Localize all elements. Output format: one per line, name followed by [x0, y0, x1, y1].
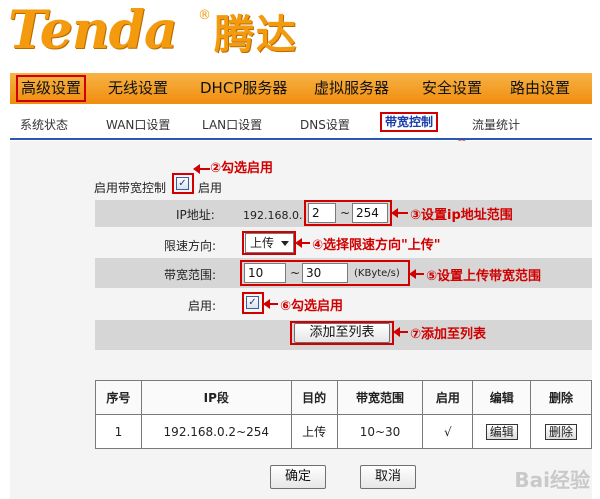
col-range: 带宽范围 [336, 380, 424, 415]
nav-label: 无线设置 [108, 79, 169, 97]
range-max-input[interactable]: 30 [302, 263, 348, 283]
tab-traffic-stats[interactable]: 流量统计 [472, 116, 520, 133]
table-row: 1 192.168.0.2~254 上传 10~30 √ 编辑 删除 [95, 414, 592, 449]
ip-range-sep: ~ [340, 206, 351, 220]
cancel-button[interactable]: 取消 [360, 465, 416, 489]
annotation-2: ②勾选启用 [210, 161, 274, 176]
main-nav: 高级设置 无线设置 DHCP服务器 虚拟服务器 安全设置 路由设置 [10, 73, 592, 104]
ip-start-input[interactable]: 2 [308, 203, 336, 223]
annotation-4: ④选择限速方向"上传" [312, 238, 441, 253]
tenda-logo: Tenda [8, 0, 178, 61]
nav-label: 高级设置 [16, 75, 87, 102]
arrow-4 [295, 238, 310, 248]
nav-wireless-settings[interactable]: 无线设置 [108, 73, 168, 104]
enable-bw-checkbox[interactable]: ✓ [176, 177, 189, 190]
nav-label: 安全设置 [422, 79, 483, 97]
nav-label: 虚拟服务器 [314, 79, 390, 97]
nav-security-settings[interactable]: 安全设置 [422, 73, 482, 104]
col-ip: IP段 [140, 380, 292, 415]
baidu-watermark: Bai经验 [514, 468, 590, 492]
tab-dns-settings[interactable]: DNS设置 [300, 116, 350, 133]
nav-label: DHCP服务器 [200, 79, 288, 97]
direction-select-value: 上传 [250, 236, 275, 250]
arrow-5 [409, 269, 424, 279]
arrow-2 [193, 164, 210, 174]
tab-system-status[interactable]: 系统状态 [20, 116, 68, 133]
col-dir: 目的 [290, 380, 338, 415]
enable-rule-checkbox[interactable]: ✓ [246, 296, 259, 309]
range-label: 带宽范围: [164, 268, 217, 282]
header-logo-area: Tenda ® 腾达 [0, 0, 600, 70]
edit-button[interactable]: 编辑 [485, 423, 518, 440]
nav-advanced-settings[interactable]: 高级设置 [16, 73, 87, 104]
tab-label: WAN口设置 [106, 118, 171, 132]
cell-dir: 上传 [290, 414, 338, 449]
tab-label: 流量统计 [472, 118, 521, 132]
col-no: 序号 [95, 380, 142, 415]
cell-enabled: √ [422, 414, 474, 449]
nav-routing-settings[interactable]: 路由设置 [510, 73, 570, 104]
range-sep: ~ [290, 266, 301, 280]
tab-label: LAN口设置 [202, 118, 263, 132]
tab-bandwidth-control[interactable]: 带宽控制 [380, 112, 439, 132]
tab-label: 带宽控制 [380, 112, 439, 132]
ip-prefix: 192.168.0. [243, 209, 303, 222]
range-unit: (KByte/s) [354, 268, 400, 279]
cell-delete: 删除 [530, 414, 592, 449]
add-to-list-button[interactable]: 添加至列表 [294, 323, 390, 343]
cell-ip: 192.168.0.2~254 [140, 414, 292, 449]
col-edit: 编辑 [472, 380, 532, 415]
enable-label: 启用: [188, 299, 217, 313]
registered-mark: ® [198, 8, 211, 23]
annotation-6: ⑥勾选启用 [280, 299, 344, 314]
tab-label: 系统状态 [20, 118, 69, 132]
annotation-3: ③设置ip地址范围 [410, 208, 513, 223]
cell-no: 1 [95, 414, 142, 449]
tab-wan-settings[interactable]: WAN口设置 [106, 116, 170, 133]
sub-nav: 系统状态 WAN口设置 LAN口设置 DNS设置 带宽控制 流量统计 [10, 104, 592, 140]
tab-lan-settings[interactable]: LAN口设置 [202, 116, 262, 133]
tenda-logo-cn: 腾达 [214, 12, 298, 58]
range-min-input[interactable]: 10 [244, 263, 286, 283]
ok-button[interactable]: 确定 [270, 465, 326, 489]
annotation-7: ⑦添加至列表 [410, 327, 487, 342]
direction-select[interactable]: 上传 [245, 233, 294, 253]
nav-virtual-server[interactable]: 虚拟服务器 [314, 73, 389, 104]
cell-range: 10~30 [336, 414, 424, 449]
cell-edit: 编辑 [472, 414, 532, 449]
ip-end-input[interactable]: 254 [352, 203, 388, 223]
arrow-6 [263, 299, 278, 309]
col-delete: 删除 [530, 380, 592, 415]
enable-bw-label: 启用带宽控制 [94, 181, 167, 195]
nav-dhcp-server[interactable]: DHCP服务器 [200, 73, 287, 104]
arrow-3 [391, 208, 408, 218]
direction-label: 限速方向: [164, 239, 217, 253]
rules-table: 序号 IP段 目的 带宽范围 启用 编辑 删除 1 192.168.0.2~25… [95, 380, 592, 449]
chevron-down-icon [281, 241, 289, 246]
annotation-5: ⑤设置上传带宽范围 [426, 269, 542, 284]
delete-button[interactable]: 删除 [545, 423, 578, 440]
col-enabled: 启用 [422, 380, 474, 415]
tab-label: DNS设置 [300, 118, 350, 132]
nav-label: 路由设置 [510, 79, 571, 97]
enable-bw-suffix: 启用 [198, 181, 223, 195]
table-header-row: 序号 IP段 目的 带宽范围 启用 编辑 删除 [95, 380, 592, 415]
arrow-7 [393, 327, 408, 337]
ip-address-label: IP地址: [176, 208, 215, 222]
